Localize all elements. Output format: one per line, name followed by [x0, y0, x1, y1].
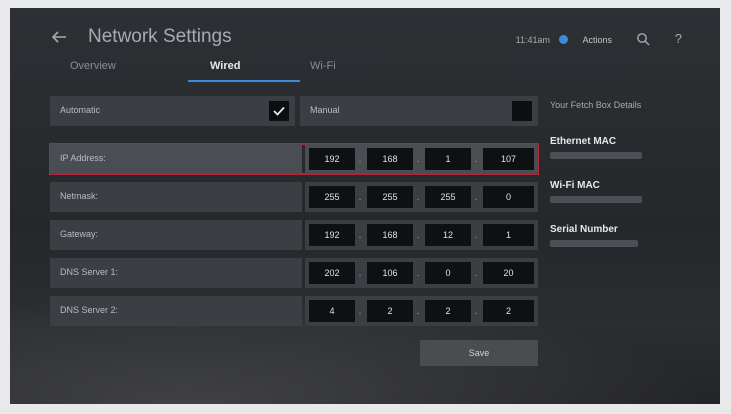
wifi-mac-value — [550, 196, 642, 203]
dns-server-2-input: 4 . 2 . 2 . 2 — [305, 296, 538, 326]
dns2-octet-3[interactable]: 2 — [425, 300, 471, 322]
manual-label: Manual — [310, 105, 340, 115]
gateway-octet-4[interactable]: 1 — [483, 224, 534, 246]
dns2-octet-4[interactable]: 2 — [483, 300, 534, 322]
netmask-label: Netmask: — [60, 191, 99, 201]
back-arrow-icon[interactable] — [50, 28, 68, 46]
octet-separator: . — [416, 230, 420, 241]
netmask-octet-2[interactable]: 255 — [367, 186, 413, 208]
dns1-octet-4[interactable]: 20 — [483, 262, 534, 284]
ip-octet-4[interactable]: 107 — [483, 148, 534, 170]
octet-separator: . — [416, 268, 420, 279]
ethernet-mac-label: Ethernet MAC — [550, 136, 617, 147]
octet-separator: . — [358, 230, 362, 241]
octet-separator: . — [416, 192, 420, 203]
ip-address-label-cell: IP Address: — [50, 144, 302, 174]
octet-separator: . — [474, 192, 478, 203]
wifi-mac-label: Wi-Fi MAC — [550, 180, 600, 191]
active-tab-indicator — [188, 80, 300, 82]
dns-2-label-cell: DNS Server 2: — [50, 296, 302, 326]
octet-separator: . — [474, 268, 478, 279]
octet-separator: . — [358, 192, 362, 203]
dns-server-1-label: DNS Server 1: — [60, 267, 119, 277]
netmask-octet-3[interactable]: 255 — [425, 186, 471, 208]
serial-number-label: Serial Number — [550, 224, 618, 235]
tab-overview[interactable]: Overview — [70, 60, 116, 72]
gateway-label: Gateway: — [60, 229, 99, 239]
clock: 11:41am — [515, 35, 550, 45]
dns1-octet-2[interactable]: 106 — [367, 262, 413, 284]
dns2-octet-1[interactable]: 4 — [309, 300, 355, 322]
octet-separator: . — [474, 230, 478, 241]
dns-server-1-input: 202 . 106 . 0 . 20 — [305, 258, 538, 288]
octet-separator: . — [358, 306, 362, 317]
octet-separator: . — [474, 154, 478, 165]
octet-separator: . — [358, 154, 362, 165]
page-title: Network Settings — [88, 26, 232, 47]
help-icon[interactable]: ? — [675, 31, 682, 46]
dns1-octet-3[interactable]: 0 — [425, 262, 471, 284]
tv-screen: Network Settings Overview Wired Wi-Fi 11… — [10, 8, 720, 404]
automatic-checkbox[interactable] — [269, 101, 289, 121]
manual-option[interactable]: Manual — [300, 96, 538, 126]
ethernet-mac-value — [550, 152, 642, 159]
save-button[interactable]: Save — [420, 340, 538, 366]
octet-separator: . — [358, 268, 362, 279]
octet-separator: . — [474, 306, 478, 317]
dns1-octet-1[interactable]: 202 — [309, 262, 355, 284]
netmask-octet-1[interactable]: 255 — [309, 186, 355, 208]
serial-number-value — [550, 240, 638, 247]
dns-server-1-row[interactable]: DNS Server 1: 202 . 106 . 0 . 20 — [50, 258, 538, 288]
tab-wifi[interactable]: Wi-Fi — [310, 60, 336, 72]
ip-octet-3[interactable]: 1 — [425, 148, 471, 170]
ip-octet-2[interactable]: 168 — [367, 148, 413, 170]
netmask-row[interactable]: Netmask: 255 . 255 . 255 . 0 — [50, 182, 538, 212]
automatic-label: Automatic — [60, 105, 101, 115]
dns-1-label-cell: DNS Server 1: — [50, 258, 302, 288]
dns-server-2-label: DNS Server 2: — [60, 305, 119, 315]
tab-wired[interactable]: Wired — [210, 60, 240, 72]
netmask-label-cell: Netmask: — [50, 182, 302, 212]
dns2-octet-2[interactable]: 2 — [367, 300, 413, 322]
mode-row: Automatic Manual — [50, 96, 538, 126]
netmask-input: 255 . 255 . 255 . 0 — [305, 182, 538, 212]
automatic-option[interactable]: Automatic — [50, 96, 295, 126]
ip-octet-1[interactable]: 192 — [309, 148, 355, 170]
checkmark-icon — [273, 106, 285, 116]
details-heading: Your Fetch Box Details — [550, 100, 642, 110]
gateway-octet-1[interactable]: 192 — [309, 224, 355, 246]
status-bar: 11:41am Actions ? — [470, 31, 700, 48]
ip-address-input: 192 . 168 . 1 . 107 — [305, 144, 538, 174]
gateway-label-cell: Gateway: — [50, 220, 302, 250]
gateway-input: 192 . 168 . 12 . 1 — [305, 220, 538, 250]
actions-dot-icon — [559, 35, 568, 44]
search-icon[interactable] — [636, 32, 650, 46]
ip-address-label: IP Address: — [60, 153, 106, 163]
wired-settings-panel: Automatic Manual IP Address: 192 . 168 .… — [49, 96, 539, 366]
gateway-octet-3[interactable]: 12 — [425, 224, 471, 246]
netmask-octet-4[interactable]: 0 — [483, 186, 534, 208]
box-details-panel: Your Fetch Box Details Ethernet MAC Wi-F… — [550, 100, 710, 247]
ip-address-row[interactable]: IP Address: 192 . 168 . 1 . 107 — [49, 143, 539, 175]
dns-server-2-row[interactable]: DNS Server 2: 4 . 2 . 2 . 2 — [50, 296, 538, 326]
octet-separator: . — [416, 306, 420, 317]
gateway-row[interactable]: Gateway: 192 . 168 . 12 . 1 — [50, 220, 538, 250]
gateway-octet-2[interactable]: 168 — [367, 224, 413, 246]
manual-checkbox[interactable] — [512, 101, 532, 121]
actions-button[interactable]: Actions — [582, 35, 612, 45]
octet-separator: . — [416, 154, 420, 165]
